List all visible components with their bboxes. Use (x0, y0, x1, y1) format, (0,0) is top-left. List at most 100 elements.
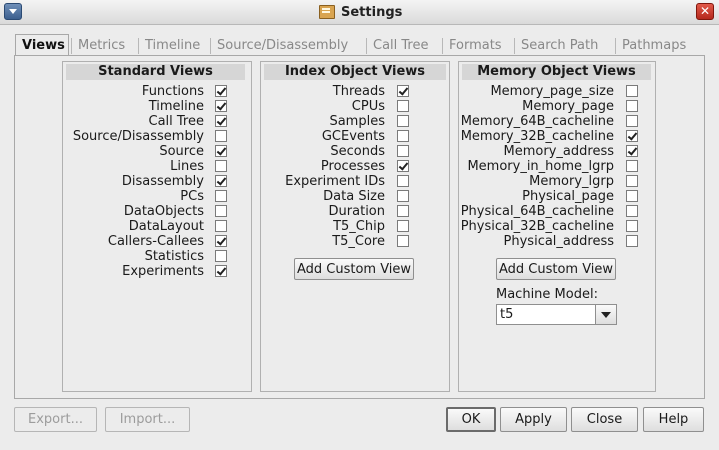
tab-source-disassembly[interactable]: Source/Disassembly (217, 36, 348, 56)
close-button[interactable]: Close (571, 407, 638, 432)
tab-separator (71, 38, 72, 54)
memory-view-checkbox[interactable] (626, 85, 638, 97)
memory-view-row-7: Physical_page (384, 189, 614, 204)
add-custom-memory-view-button[interactable]: Add Custom View (496, 258, 616, 280)
index-view-row-3: GCEvents (155, 129, 385, 144)
memory-view-checkbox[interactable] (626, 115, 638, 127)
memory-view-label: Memory_page_size (490, 84, 614, 99)
standard-view-row-11: Statistics (0, 249, 204, 264)
machine-model-label: Machine Model: (496, 287, 598, 302)
ok-button[interactable]: OK (446, 407, 496, 432)
standard-view-row-12: Experiments (0, 264, 204, 279)
memory-view-label: Memory_32B_cacheline (460, 129, 614, 144)
memory-view-label: Memory_64B_cacheline (460, 114, 614, 129)
import-button[interactable]: Import... (105, 407, 190, 432)
memory-view-label: Memory_lgrp (529, 174, 614, 189)
index-view-label: T5_Core (332, 234, 385, 249)
index-view-label: T5_Chip (333, 219, 385, 234)
index-view-row-10: T5_Core (155, 234, 385, 249)
settings-dialog: Settings ✕ Views Metrics Timeline Source… (0, 0, 719, 450)
standard-views-title: Standard Views (66, 64, 245, 80)
memory-views-title-text: Memory Object Views (477, 64, 636, 79)
memory-view-label: Physical_32B_cacheline (460, 219, 614, 234)
memory-view-checkbox[interactable] (626, 145, 638, 157)
chevron-down-icon[interactable] (595, 305, 616, 324)
index-view-row-9: T5_Chip (155, 219, 385, 234)
index-view-row-0: Threads (155, 84, 385, 99)
memory-view-checkbox[interactable] (626, 190, 638, 202)
index-view-row-7: Data Size (155, 189, 385, 204)
machine-model-select[interactable]: t5 (496, 304, 617, 325)
memory-view-label: Physical_page (522, 189, 614, 204)
memory-view-row-3: Memory_32B_cacheline (384, 129, 614, 144)
memory-view-label: Memory_in_home_lgrp (467, 159, 614, 174)
tab-separator (442, 38, 443, 54)
index-view-label: Seconds (330, 144, 385, 159)
memory-view-checkbox[interactable] (626, 220, 638, 232)
index-view-row-8: Duration (155, 204, 385, 219)
machine-model-value: t5 (500, 307, 514, 322)
window-title: Settings (341, 4, 403, 20)
memory-view-row-0: Memory_page_size (384, 84, 614, 99)
index-view-row-1: CPUs (155, 99, 385, 114)
index-view-label: Duration (328, 204, 385, 219)
memory-view-row-6: Memory_lgrp (384, 174, 614, 189)
tab-metrics[interactable]: Metrics (78, 36, 125, 56)
title-bar: Settings ✕ (0, 0, 719, 25)
index-view-label: Threads (332, 84, 385, 99)
tab-separator (366, 38, 367, 54)
memory-view-checkbox[interactable] (626, 130, 638, 142)
tab-views[interactable]: Views (22, 36, 65, 56)
index-view-row-4: Seconds (155, 144, 385, 159)
tab-separator (138, 38, 139, 54)
tab-formats[interactable]: Formats (449, 36, 502, 56)
memory-view-checkbox[interactable] (626, 175, 638, 187)
index-view-row-2: Samples (155, 114, 385, 129)
index-view-label: Samples (329, 114, 385, 129)
tab-separator (514, 38, 515, 54)
index-view-label: GCEvents (321, 129, 385, 144)
memory-view-checkbox[interactable] (626, 100, 638, 112)
memory-view-label: Physical_address (503, 234, 614, 249)
tab-search-path[interactable]: Search Path (521, 36, 598, 56)
index-views-title: Index Object Views (264, 64, 446, 80)
index-view-row-6: Experiment IDs (155, 174, 385, 189)
close-window-icon[interactable]: ✕ (696, 3, 714, 20)
memory-view-label: Physical_64B_cacheline (460, 204, 614, 219)
memory-view-label: Memory_page (522, 99, 614, 114)
memory-view-checkbox[interactable] (626, 160, 638, 172)
tab-pathmaps[interactable]: Pathmaps (622, 36, 686, 56)
index-view-label: Data Size (323, 189, 385, 204)
standard-view-checkbox[interactable] (215, 265, 227, 277)
memory-view-row-4: Memory_address (384, 144, 614, 159)
index-view-label: Experiment IDs (285, 174, 385, 189)
memory-view-row-1: Memory_page (384, 99, 614, 114)
help-button[interactable]: Help (643, 407, 704, 432)
export-button[interactable]: Export... (14, 407, 97, 432)
tab-separator (210, 38, 211, 54)
memory-view-checkbox[interactable] (626, 235, 638, 247)
memory-view-row-10: Physical_address (384, 234, 614, 249)
standard-view-checkbox[interactable] (215, 250, 227, 262)
standard-view-label: Experiments (122, 264, 204, 279)
tab-call-tree[interactable]: Call Tree (373, 36, 429, 56)
window-menu-icon[interactable] (4, 3, 22, 20)
index-view-label: CPUs (351, 99, 385, 114)
memory-view-row-8: Physical_64B_cacheline (384, 204, 614, 219)
standard-views-title-text: Standard Views (98, 64, 213, 79)
index-view-row-5: Processes (155, 159, 385, 174)
tab-separator (615, 38, 616, 54)
apply-button[interactable]: Apply (500, 407, 567, 432)
memory-view-row-9: Physical_32B_cacheline (384, 219, 614, 234)
memory-view-label: Memory_address (503, 144, 614, 159)
standard-view-label: Statistics (144, 249, 204, 264)
memory-view-row-2: Memory_64B_cacheline (384, 114, 614, 129)
index-view-label: Processes (320, 159, 385, 174)
index-views-title-text: Index Object Views (284, 64, 426, 79)
tab-timeline[interactable]: Timeline (145, 36, 200, 56)
memory-view-checkbox[interactable] (626, 205, 638, 217)
add-custom-index-view-button[interactable]: Add Custom View (294, 258, 414, 280)
memory-view-row-5: Memory_in_home_lgrp (384, 159, 614, 174)
memory-views-title: Memory Object Views (462, 64, 651, 80)
settings-app-icon (319, 5, 335, 19)
